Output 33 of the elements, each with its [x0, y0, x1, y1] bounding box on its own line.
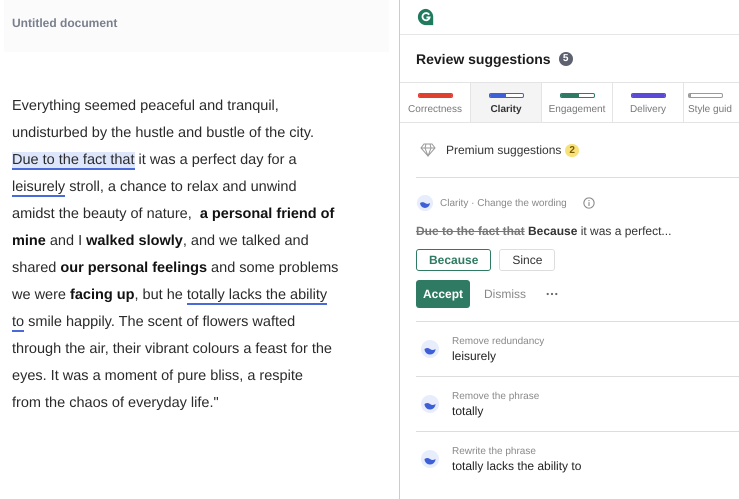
replacement-option[interactable]: Since — [499, 249, 556, 271]
suggestion-preview: Due to the fact that Because it was a perfect... — [416, 224, 672, 238]
category-icon — [420, 449, 440, 469]
suggestion-item[interactable]: Remove the phrase totally — [416, 377, 739, 432]
document-title: Untitled document — [12, 16, 118, 30]
suggestion-type: Remove the phrase — [452, 390, 540, 402]
suggestion-type: Rewrite the phrase — [452, 446, 537, 456]
premium-count-badge: 2 — [565, 144, 579, 156]
accept-button[interactable]: Accept — [416, 280, 470, 308]
replacement-option[interactable]: Because — [416, 249, 492, 271]
suggestion-type: Remove redundancy — [452, 336, 544, 346]
category-tab[interactable]: Style guid — [684, 83, 739, 122]
suggestion-category: Clarity · Change the wording — [440, 198, 567, 208]
category-tab[interactable]: Clarity — [471, 83, 542, 122]
suggestion-text: leisurely — [452, 348, 498, 362]
suggestion-item[interactable]: Rewrite the phrase totally lacks the ability to — [416, 432, 739, 486]
category-tab[interactable]: Engagement — [542, 83, 613, 122]
suggestion-item[interactable]: Remove redundancy leisurely — [416, 322, 739, 377]
premium-label[interactable]: Premium suggestions — [446, 143, 562, 157]
category-tab[interactable]: Delivery — [613, 83, 684, 122]
dismiss-button[interactable]: Dismiss — [482, 285, 528, 303]
category-icon — [416, 194, 434, 212]
document-paragraph: Everything seemed peaceful and tranquil, undisturbed by the hustle and bustle of the city. Due to the fact that it was a perfect day for a leisurely stroll, a chance to relax and unwind amidst the beauty of nature, a personal friend of mine and I walked slowly, and we talked and shared our personal feelings and some problems we were facing up, but he totally lacks the ability to smile happily. The scent of flowers wafted through the air, their vibrant colours a feast for the eyes. It was a moment of pure bliss, a respite from the chaos of everyday life." — [12, 97, 340, 413]
suggestion-text: totally lacks the ability to — [452, 458, 582, 472]
logo-icon[interactable] — [417, 8, 435, 26]
more-icon[interactable] — [546, 292, 558, 296]
info-icon[interactable] — [582, 197, 595, 209]
count-badge: 5 — [558, 52, 573, 66]
diamond-icon — [420, 143, 436, 157]
panel-heading: Review suggestions — [416, 50, 551, 66]
category-icon — [420, 339, 440, 359]
category-icon — [420, 394, 440, 414]
suggestion-text: totally — [452, 404, 484, 418]
